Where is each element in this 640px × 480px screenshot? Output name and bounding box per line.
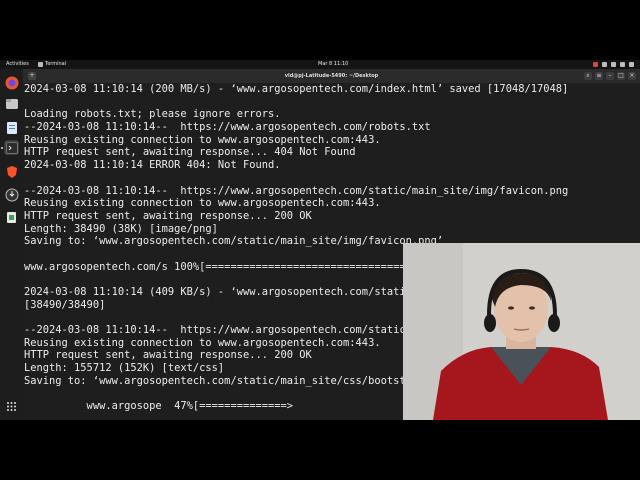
terminal-line: --2024-03-08 11:10:14-- https://www.argo… <box>24 184 569 197</box>
terminal-icon[interactable] <box>4 140 19 155</box>
window-titlebar[interactable]: + vld@pj-Latitude-5490: ~/Desktop ⌕ ≡ – … <box>23 69 640 83</box>
search-icon[interactable]: ⌕ <box>584 72 592 80</box>
webcam-person-image <box>403 243 640 420</box>
app-grid-icon[interactable] <box>4 399 19 414</box>
network-icon[interactable] <box>611 62 616 67</box>
terminal-line: Loading robots.txt; please ignore errors… <box>24 108 281 121</box>
terminal-line: Reusing existing connection to www.argos… <box>24 197 381 210</box>
clock[interactable]: Mar 8 11:10 <box>318 60 348 69</box>
software-updater-icon[interactable] <box>4 187 19 202</box>
terminal-line: HTTP request sent, awaiting response... … <box>24 209 312 222</box>
app-menu[interactable]: Terminal <box>38 60 66 69</box>
window-title: vld@pj-Latitude-5490: ~/Desktop <box>284 73 379 79</box>
webcam-overlay <box>403 243 640 420</box>
record-icon[interactable] <box>593 62 598 67</box>
firefox-icon[interactable] <box>4 75 19 90</box>
screen-share-icon[interactable] <box>602 62 607 67</box>
terminal-line: Reusing existing connection to www.argos… <box>24 133 381 146</box>
brave-icon[interactable] <box>4 164 19 179</box>
terminal-line: HTTP request sent, awaiting response... … <box>24 146 356 159</box>
text-editor-icon[interactable] <box>4 120 19 135</box>
terminal-icon <box>38 62 43 67</box>
system-tray[interactable] <box>593 60 634 69</box>
volume-icon[interactable] <box>620 62 625 67</box>
terminal-line: 2024-03-08 11:10:14 ERROR 404: Not Found… <box>24 159 281 172</box>
terminal-line: Length: 38490 (38K) [image/png] <box>24 222 218 235</box>
terminal-line: --2024-03-08 11:10:14-- https://www.argo… <box>24 121 431 134</box>
files-icon[interactable] <box>4 96 19 111</box>
trash-icon[interactable] <box>4 210 19 225</box>
close-icon[interactable]: × <box>628 72 636 80</box>
dock <box>0 69 23 420</box>
top-bar: Activities Terminal Mar 8 11:10 <box>0 60 640 69</box>
minimize-icon[interactable]: – <box>606 72 614 80</box>
maximize-icon[interactable]: □ <box>617 72 625 80</box>
activities-button[interactable]: Activities <box>6 60 29 69</box>
app-name-label: Terminal <box>45 61 67 67</box>
power-icon[interactable] <box>629 62 634 67</box>
running-indicator <box>1 147 3 149</box>
terminal-line: 2024-03-08 11:10:14 (200 MB/s) - ‘www.ar… <box>24 83 569 95</box>
menu-icon[interactable]: ≡ <box>595 72 603 80</box>
